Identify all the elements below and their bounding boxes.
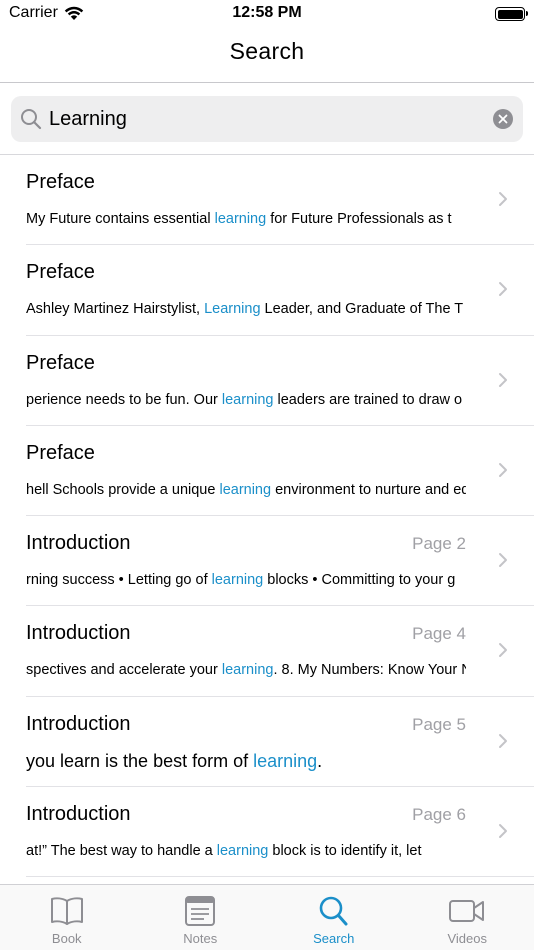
- snippet-match: learning: [221, 662, 274, 679]
- chevron-right-icon: [499, 553, 507, 568]
- result-title: Preface: [26, 351, 95, 374]
- nav-divider: [0, 82, 534, 83]
- result-page-number: Page 4: [412, 624, 466, 644]
- tab-label: Notes: [183, 931, 218, 946]
- result-page-number: Page 6: [412, 805, 466, 825]
- snippet-text: . 8. My Numbers: Know Your Num: [273, 662, 466, 679]
- snippet-text: leaders are trained to draw o: [273, 391, 463, 408]
- snippet-text: hell Schools provide a unique: [26, 481, 220, 498]
- video-camera-icon: [449, 900, 485, 922]
- row-divider: [26, 876, 534, 878]
- close-icon: [498, 114, 508, 124]
- snippet-text: at!” The best way to handle a: [26, 843, 217, 860]
- result-snippet: spectives and accelerate your learning. …: [26, 662, 466, 678]
- result-snippet: you learn is the best form of learning.: [26, 751, 466, 772]
- magnifier-icon: [21, 109, 42, 130]
- snippet-match: Learning: [204, 301, 261, 318]
- tab-notes[interactable]: Notes: [134, 885, 268, 950]
- search-result-row[interactable]: Introduction Page 5 you learn is the best …: [0, 697, 534, 788]
- snippet-text: .: [317, 750, 323, 771]
- snippet-text: for Future Professionals as t: [266, 211, 452, 227]
- result-title: Introduction: [26, 803, 131, 826]
- snippet-text: perience needs to be fun. Our: [26, 391, 222, 408]
- snippet-text: My Future contains essential: [26, 211, 215, 227]
- chevron-right-icon: [499, 462, 507, 477]
- search-input[interactable]: [49, 96, 489, 142]
- result-snippet: rning success • Letting go of learning b…: [26, 572, 466, 588]
- snippet-text: environment to nurture and ed: [271, 481, 466, 498]
- notes-icon: [185, 896, 216, 926]
- snippet-text: you learn is the best form of: [26, 750, 254, 771]
- snippet-match: learning: [211, 572, 264, 589]
- result-page-number: Page 2: [412, 534, 466, 554]
- chevron-right-icon: [499, 824, 507, 839]
- clock: 12:58 PM: [232, 4, 302, 21]
- search-results-list: Preface My Future contains essential lear…: [0, 155, 534, 878]
- result-snippet: perience needs to be fun. Our learning l…: [26, 392, 466, 408]
- snippet-text: block is to identify it, let: [268, 843, 422, 860]
- snippet-match: learning: [214, 211, 267, 227]
- status-bar: Carrier 12:58 PM: [0, 0, 534, 30]
- page-title: Search: [229, 38, 305, 64]
- result-title: Introduction: [26, 712, 131, 735]
- snippet-text: spectives and accelerate your: [26, 662, 222, 679]
- snippet-match: learning: [221, 391, 274, 408]
- search-result-row[interactable]: Preface My Future contains essential lear…: [0, 155, 534, 246]
- snippet-match: learning: [219, 481, 272, 498]
- snippet-match: learning: [253, 750, 318, 771]
- result-title: Preface: [26, 261, 95, 284]
- search-result-row[interactable]: Preface hell Schools provide a unique lea…: [0, 426, 534, 517]
- snippet-text: rning success • Letting go of: [26, 572, 212, 589]
- battery-icon: [495, 7, 528, 21]
- chevron-right-icon: [499, 192, 507, 206]
- result-title: Preface: [26, 171, 95, 193]
- clear-search-button[interactable]: [493, 109, 513, 129]
- chevron-right-icon: [499, 282, 507, 297]
- chevron-right-icon: [499, 733, 507, 748]
- result-title: Introduction: [26, 532, 131, 555]
- search-bar[interactable]: [11, 96, 523, 142]
- snippet-text: blocks • Committing to your g: [263, 572, 456, 589]
- result-snippet: at!” The best way to handle a learning b…: [26, 843, 466, 859]
- result-snippet: My Future contains essential learning fo…: [26, 211, 466, 227]
- result-page-number: Page 5: [412, 714, 466, 734]
- chevron-right-icon: [499, 372, 507, 387]
- tab-label: Videos: [447, 931, 487, 946]
- tab-book[interactable]: Book: [0, 885, 134, 950]
- tab-label: Book: [51, 931, 82, 946]
- snippet-text: Ashley Martinez Hairstylist,: [26, 301, 205, 318]
- snippet-text: Leader, and Graduate of The T: [260, 301, 464, 318]
- search-result-row[interactable]: Preface Ashley Martinez Hairstylist, Lear…: [0, 245, 534, 336]
- result-title: Preface: [26, 441, 95, 464]
- result-snippet: Ashley Martinez Hairstylist, Learning Le…: [26, 301, 466, 317]
- search-icon: [319, 896, 348, 926]
- tab-search[interactable]: Search: [267, 885, 401, 950]
- book-icon: [50, 897, 83, 925]
- tab-videos[interactable]: Videos: [401, 885, 534, 950]
- search-result-row[interactable]: Introduction Page 4 spectives and accelera…: [0, 606, 534, 697]
- tab-label: Search: [313, 931, 355, 946]
- tab-bar: Book Notes Search Videos: [0, 884, 534, 950]
- search-result-row[interactable]: Preface perience needs to be fun. Our lea…: [0, 336, 534, 426]
- result-snippet: hell Schools provide a unique learning e…: [26, 482, 466, 498]
- search-result-row[interactable]: Introduction Page 2 rning success • Lettin…: [0, 516, 534, 607]
- result-title: Introduction: [26, 622, 131, 645]
- snippet-match: learning: [216, 843, 269, 860]
- search-result-row[interactable]: Introduction Page 6 at!” The best way to h…: [0, 787, 534, 878]
- chevron-right-icon: [499, 643, 507, 658]
